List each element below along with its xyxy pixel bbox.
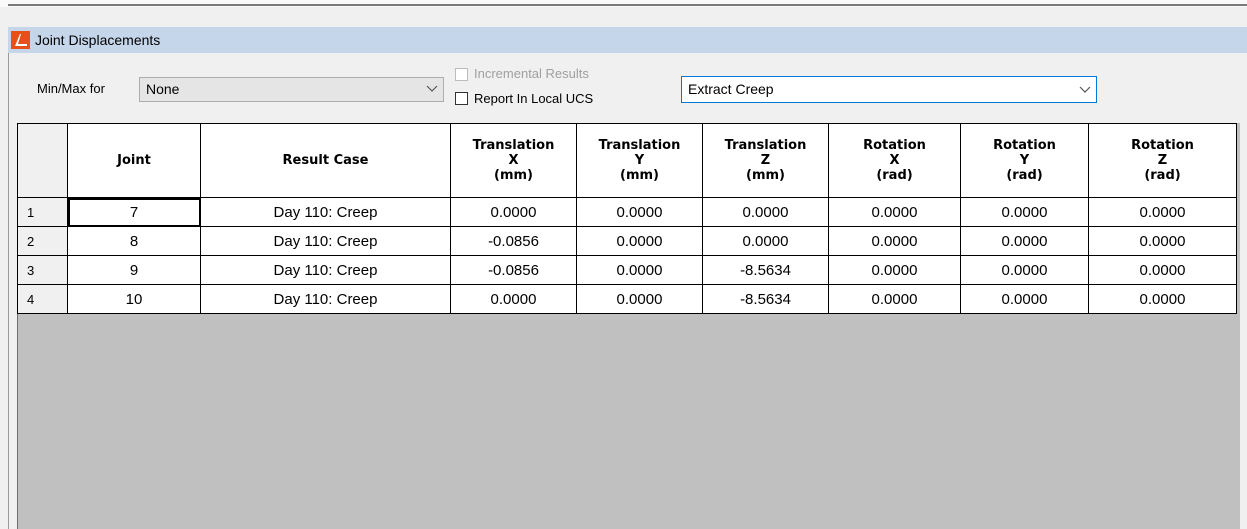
- header-translation-y[interactable]: Translation Y (mm): [576, 123, 703, 198]
- cell-rotation-x[interactable]: 0.0000: [828, 284, 961, 314]
- cell-joint[interactable]: 10: [67, 284, 201, 314]
- extract-dropdown[interactable]: Extract Creep: [681, 76, 1097, 103]
- table-row[interactable]: 4 10 Day 110: Creep 0.0000 0.0000 -8.563…: [17, 284, 1237, 314]
- cell-translation-z[interactable]: -8.5634: [702, 284, 829, 314]
- cell-rotation-y[interactable]: 0.0000: [960, 255, 1089, 285]
- cell-translation-x[interactable]: 0.0000: [450, 284, 577, 314]
- header-rotation-x[interactable]: Rotation X (rad): [828, 123, 961, 198]
- cell-joint[interactable]: 8: [67, 226, 201, 256]
- cell-rotation-z[interactable]: 0.0000: [1088, 197, 1237, 227]
- header-translation-z[interactable]: Translation Z (mm): [702, 123, 829, 198]
- cell-translation-x[interactable]: -0.0856: [450, 255, 577, 285]
- corner-cell[interactable]: [17, 123, 68, 198]
- window-top-border: [8, 4, 1247, 6]
- row-number[interactable]: 2: [17, 226, 68, 256]
- cell-result-case[interactable]: Day 110: Creep: [200, 226, 451, 256]
- minmax-label: Min/Max for: [37, 81, 105, 96]
- cell-joint[interactable]: 9: [67, 255, 201, 285]
- header-rotation-z[interactable]: Rotation Z (rad): [1088, 123, 1237, 198]
- report-local-ucs-label: Report In Local UCS: [474, 91, 594, 106]
- header-row: Joint Result Case Translation X (mm) Trans…: [17, 123, 1237, 198]
- incremental-results-label: Incremental Results: [474, 66, 589, 81]
- row-number[interactable]: 4: [17, 284, 68, 314]
- cell-translation-z[interactable]: 0.0000: [702, 197, 829, 227]
- cell-translation-z[interactable]: -8.5634: [702, 255, 829, 285]
- incremental-results-checkbox[interactable]: [455, 68, 468, 81]
- row-number[interactable]: 1: [17, 197, 68, 227]
- extract-value: Extract Creep: [688, 81, 774, 97]
- cell-translation-y[interactable]: 0.0000: [576, 226, 703, 256]
- minmax-value: None: [146, 81, 180, 97]
- app-logo-icon: [11, 31, 30, 49]
- cell-rotation-x[interactable]: 0.0000: [828, 197, 961, 227]
- cell-result-case[interactable]: Day 110: Creep: [200, 255, 451, 285]
- cell-rotation-z[interactable]: 0.0000: [1088, 284, 1237, 314]
- panel-left-border: [8, 53, 9, 529]
- cell-rotation-y[interactable]: 0.0000: [960, 226, 1089, 256]
- cell-rotation-z[interactable]: 0.0000: [1088, 226, 1237, 256]
- cell-translation-z[interactable]: 0.0000: [702, 226, 829, 256]
- chevron-down-icon: [1079, 86, 1091, 93]
- cell-rotation-x[interactable]: 0.0000: [828, 226, 961, 256]
- cell-rotation-z[interactable]: 0.0000: [1088, 255, 1237, 285]
- header-translation-x[interactable]: Translation X (mm): [450, 123, 577, 198]
- table-row[interactable]: 1 7 Day 110: Creep 0.0000 0.0000 0.0000 …: [17, 197, 1237, 227]
- table-row[interactable]: 3 9 Day 110: Creep -0.0856 0.0000 -8.563…: [17, 255, 1237, 285]
- table-row[interactable]: 2 8 Day 110: Creep -0.0856 0.0000 0.0000…: [17, 226, 1237, 256]
- cell-result-case[interactable]: Day 110: Creep: [200, 284, 451, 314]
- report-local-ucs-checkbox[interactable]: [455, 92, 468, 105]
- minmax-dropdown[interactable]: None: [139, 77, 444, 102]
- chevron-down-icon: [426, 85, 438, 92]
- cell-translation-y[interactable]: 0.0000: [576, 255, 703, 285]
- header-joint[interactable]: Joint: [67, 123, 201, 198]
- displacement-table: Joint Result Case Translation X (mm) Trans…: [17, 123, 1237, 314]
- cell-rotation-y[interactable]: 0.0000: [960, 197, 1089, 227]
- cell-result-case[interactable]: Day 110: Creep: [200, 197, 451, 227]
- window-title: Joint Displacements: [35, 32, 161, 48]
- cell-joint[interactable]: 7: [67, 197, 201, 227]
- row-number[interactable]: 3: [17, 255, 68, 285]
- cell-translation-x[interactable]: -0.0856: [450, 226, 577, 256]
- cell-translation-y[interactable]: 0.0000: [576, 284, 703, 314]
- header-result-case[interactable]: Result Case: [200, 123, 451, 198]
- header-rotation-y[interactable]: Rotation Y (rad): [960, 123, 1089, 198]
- title-bar: Joint Displacements: [8, 27, 1247, 53]
- cell-translation-x[interactable]: 0.0000: [450, 197, 577, 227]
- cell-translation-y[interactable]: 0.0000: [576, 197, 703, 227]
- cell-rotation-y[interactable]: 0.0000: [960, 284, 1089, 314]
- cell-rotation-x[interactable]: 0.0000: [828, 255, 961, 285]
